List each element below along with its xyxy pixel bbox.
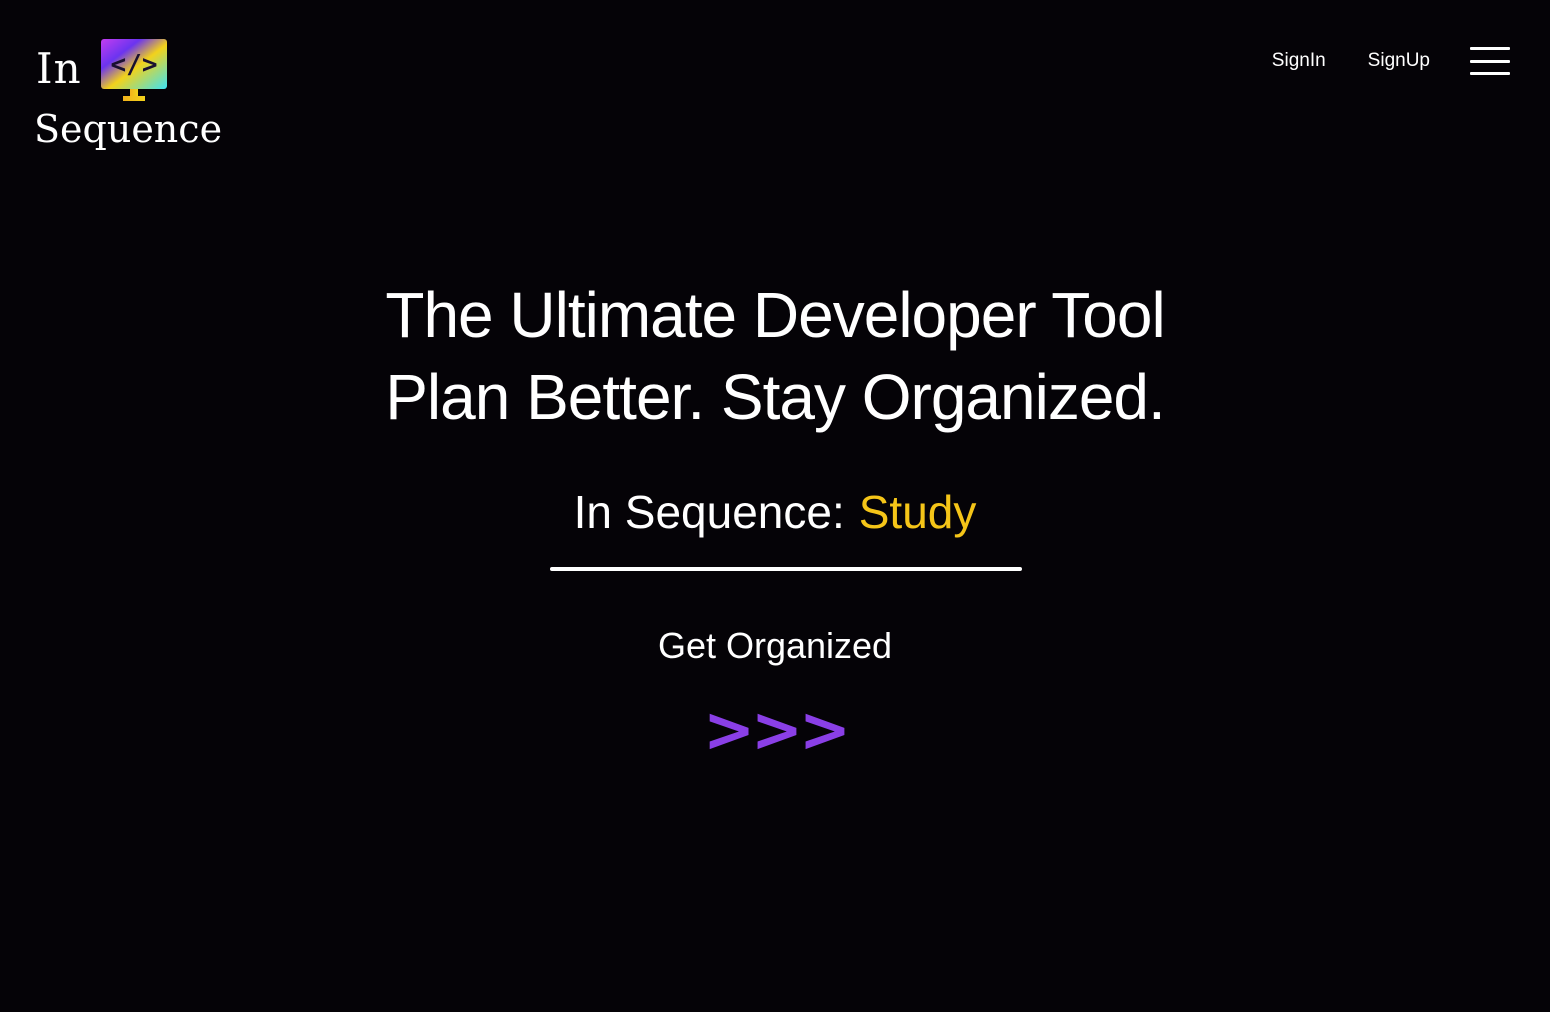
- brand-logo[interactable]: In </> Sequence: [34, 38, 222, 162]
- logo-word-in: In: [36, 44, 82, 93]
- hero-title: The Ultimate Developer Tool Plan Better.…: [0, 274, 1550, 438]
- code-monitor-icon: </>: [101, 39, 167, 101]
- hamburger-bar: [1470, 72, 1510, 75]
- triple-chevron-arrow-icon[interactable]: >>>: [0, 694, 1550, 766]
- hamburger-bar: [1470, 47, 1510, 50]
- typed-word: Study: [858, 486, 977, 538]
- landing-page: In </> Sequence SignIn SignUp The Ultima…: [0, 0, 1550, 1012]
- top-nav: SignIn SignUp: [1272, 44, 1510, 78]
- typed-subtitle: In Sequence: Study: [0, 482, 1550, 542]
- hero-divider: [550, 567, 1022, 571]
- logo-word-sequence: Sequence: [34, 107, 223, 151]
- signin-link[interactable]: SignIn: [1272, 50, 1326, 72]
- signup-link[interactable]: SignUp: [1368, 50, 1430, 72]
- hamburger-menu-icon[interactable]: [1470, 47, 1510, 75]
- get-organized-link[interactable]: Get Organized: [0, 624, 1550, 668]
- hero-title-line-2: Plan Better. Stay Organized.: [385, 361, 1166, 433]
- hamburger-bar: [1470, 59, 1510, 63]
- monitor-code-glyph: </>: [111, 50, 158, 80]
- typed-prefix: In Sequence:: [573, 486, 845, 538]
- hero-title-line-1: The Ultimate Developer Tool: [385, 279, 1165, 351]
